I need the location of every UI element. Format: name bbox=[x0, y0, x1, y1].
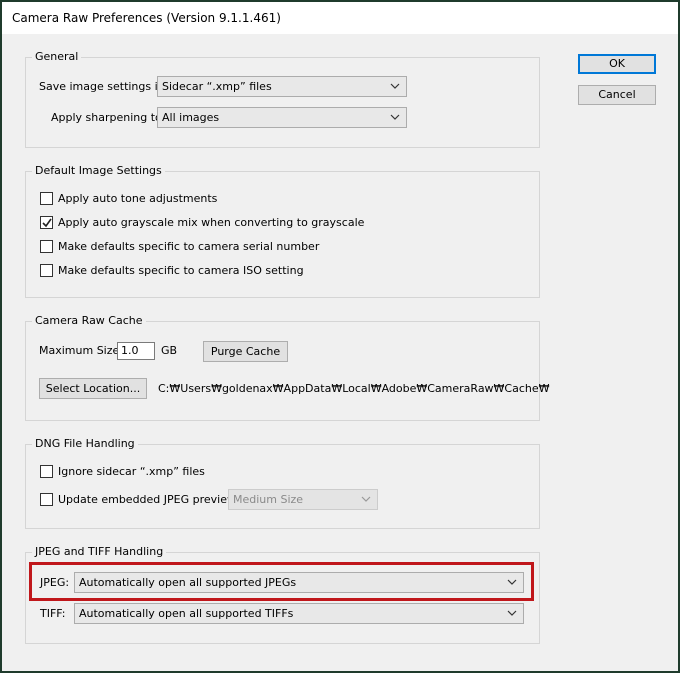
auto-tone-label: Apply auto tone adjustments bbox=[58, 192, 218, 205]
update-previews-label: Update embedded JPEG previews: bbox=[58, 493, 246, 506]
cache-group: Camera Raw Cache bbox=[25, 314, 540, 421]
preferences-window: Camera Raw Preferences (Version 9.1.1.46… bbox=[2, 2, 678, 671]
tiff-handling-select[interactable]: Automatically open all supported TIFFs bbox=[74, 603, 524, 624]
ok-button[interactable]: OK bbox=[578, 54, 656, 74]
select-location-button[interactable]: Select Location... bbox=[39, 378, 147, 399]
size-unit-label: GB bbox=[161, 344, 178, 357]
default-image-settings-group: Default Image Settings bbox=[25, 164, 540, 298]
max-size-input[interactable]: 1.0 bbox=[117, 342, 155, 360]
auto-tone-checkbox[interactable] bbox=[40, 192, 53, 205]
sharpening-value: All images bbox=[162, 111, 220, 124]
iso-setting-label: Make defaults specific to camera ISO set… bbox=[58, 264, 304, 277]
jpeg-tiff-legend: JPEG and TIFF Handling bbox=[32, 545, 167, 559]
ignore-sidecar-checkbox[interactable] bbox=[40, 465, 53, 478]
jpeg-label: JPEG: bbox=[40, 576, 70, 589]
update-previews-checkbox[interactable] bbox=[40, 493, 53, 506]
ignore-sidecar-label: Ignore sidecar “.xmp” files bbox=[58, 465, 205, 478]
sharpening-label: Apply sharpening to: bbox=[51, 111, 166, 124]
chevron-down-icon bbox=[390, 83, 400, 89]
title-bar: Camera Raw Preferences (Version 9.1.1.46… bbox=[2, 2, 678, 34]
general-group: General bbox=[25, 50, 540, 148]
chevron-down-icon bbox=[507, 610, 517, 616]
auto-grayscale-label: Apply auto grayscale mix when converting… bbox=[58, 216, 365, 229]
save-settings-label: Save image settings in: bbox=[39, 80, 169, 93]
checkmark-icon bbox=[42, 218, 52, 228]
default-image-settings-legend: Default Image Settings bbox=[32, 164, 165, 178]
iso-setting-checkbox[interactable] bbox=[40, 264, 53, 277]
dng-legend: DNG File Handling bbox=[32, 437, 138, 451]
max-size-label: Maximum Size: bbox=[39, 344, 123, 357]
cache-legend: Camera Raw Cache bbox=[32, 314, 146, 328]
jpeg-handling-select[interactable]: Automatically open all supported JPEGs bbox=[74, 572, 524, 593]
chevron-down-icon bbox=[390, 114, 400, 120]
cancel-button[interactable]: Cancel bbox=[578, 85, 656, 105]
chevron-down-icon bbox=[507, 579, 517, 585]
tiff-label: TIFF: bbox=[40, 607, 66, 620]
preview-size-select[interactable]: Medium Size bbox=[228, 489, 378, 510]
cache-path: C:₩Users₩goldenax₩AppData₩Local₩Adobe₩Ca… bbox=[158, 382, 550, 395]
auto-grayscale-checkbox[interactable] bbox=[40, 216, 53, 229]
general-legend: General bbox=[32, 50, 82, 64]
jpeg-handling-value: Automatically open all supported JPEGs bbox=[79, 576, 297, 589]
serial-number-label: Make defaults specific to camera serial … bbox=[58, 240, 320, 253]
preview-size-value: Medium Size bbox=[233, 493, 304, 506]
save-settings-select[interactable]: Sidecar “.xmp” files bbox=[157, 76, 407, 97]
purge-cache-button[interactable]: Purge Cache bbox=[203, 341, 288, 362]
dng-group: DNG File Handling bbox=[25, 437, 540, 529]
serial-number-checkbox[interactable] bbox=[40, 240, 53, 253]
tiff-handling-value: Automatically open all supported TIFFs bbox=[79, 607, 294, 620]
save-settings-value: Sidecar “.xmp” files bbox=[162, 80, 272, 93]
sharpening-select[interactable]: All images bbox=[157, 107, 407, 128]
window-title: Camera Raw Preferences (Version 9.1.1.46… bbox=[12, 11, 281, 25]
chevron-down-icon bbox=[361, 496, 371, 502]
